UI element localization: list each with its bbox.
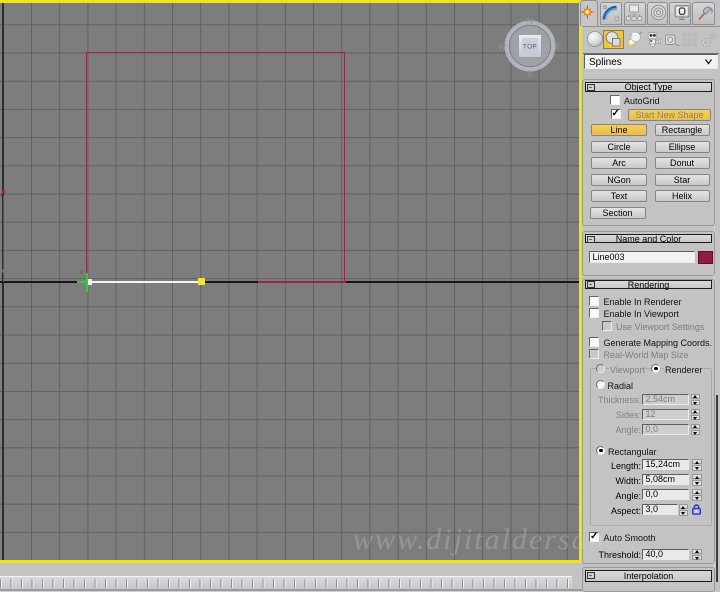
svg-text:W: W [498,41,506,51]
svg-text:E: E [556,41,562,51]
svg-text:TOP: TOP [523,44,537,51]
svg-text:N: N [527,16,533,26]
svg-text:S: S [527,69,533,79]
